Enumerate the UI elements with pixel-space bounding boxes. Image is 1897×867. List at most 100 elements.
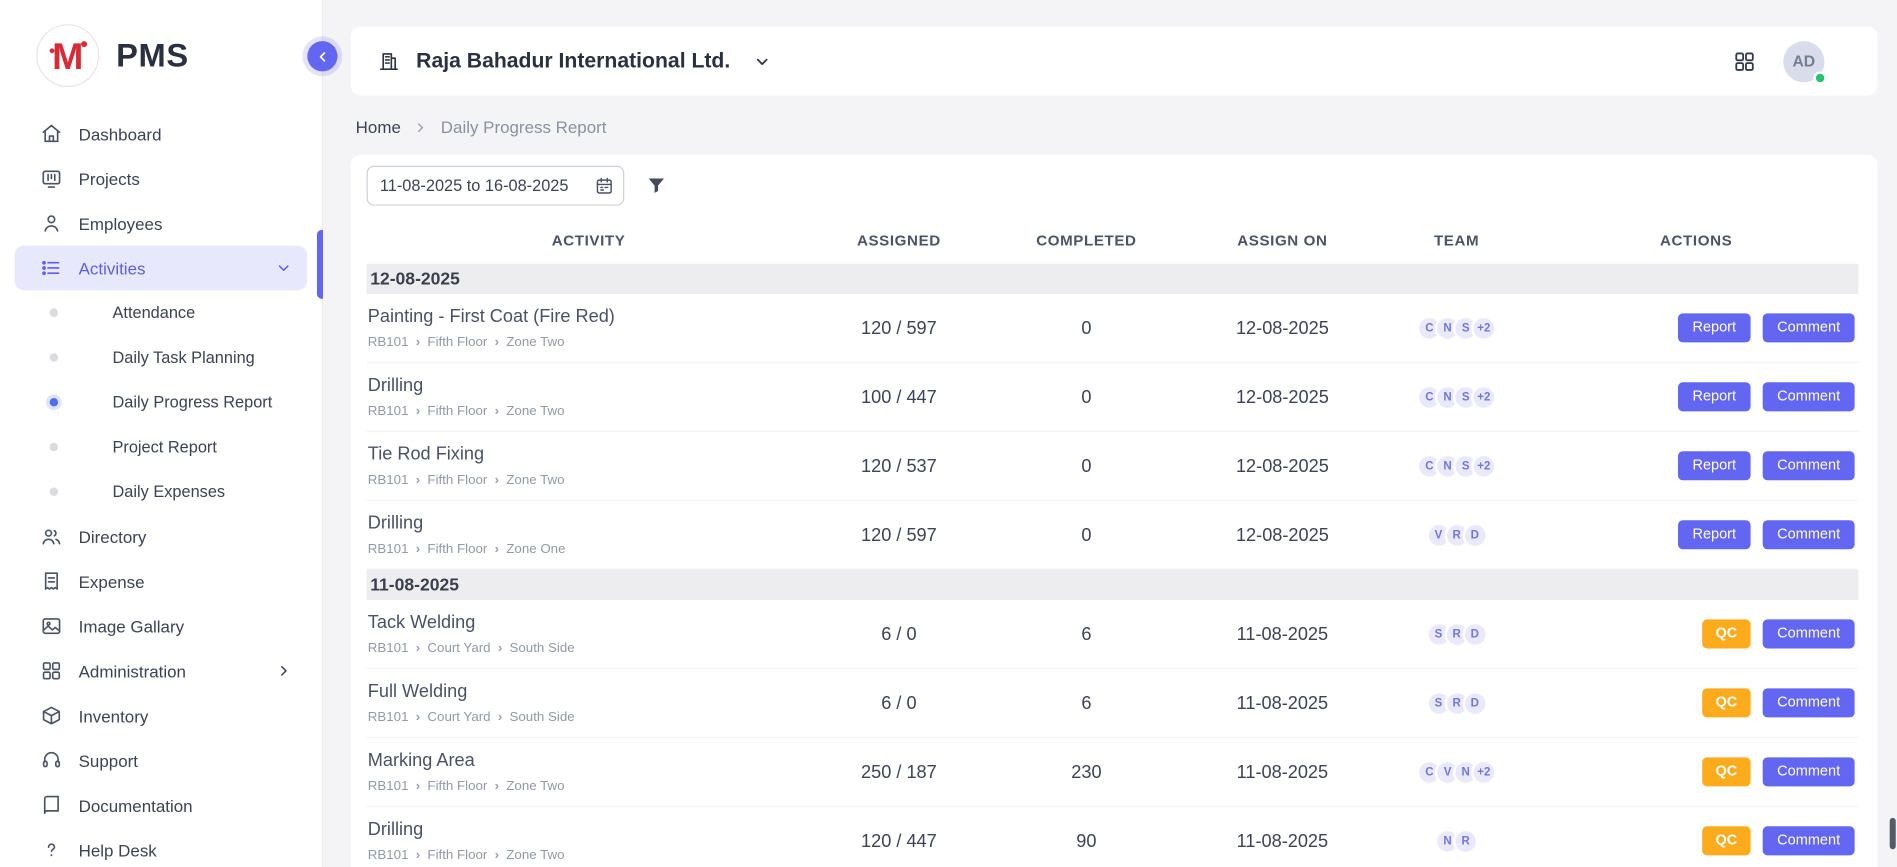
sidebar-item-label: Activities [79,258,146,277]
sidebar-item-administration[interactable]: Administration [15,648,308,693]
activity-cell: Tie Rod FixingRB101›Fifth Floor›Zone Two [367,442,811,490]
path-segment: RB101 [368,710,409,725]
column-header-completed: COMPLETED [987,232,1185,249]
date-range-filter[interactable] [367,166,625,206]
user-avatar[interactable]: AD [1783,41,1824,82]
comment-button[interactable]: Comment [1763,314,1855,342]
sidebar-item-image-gallery[interactable]: Image Gallary [15,604,308,649]
company-selector[interactable]: Raja Bahadur International Ltd. [377,48,771,73]
assign-on-value: 12-08-2025 [1186,524,1380,545]
report-button[interactable]: Report [1678,521,1751,549]
path-segment: South Side [510,641,575,656]
bullet-dot-icon [50,443,58,451]
qc-button[interactable]: QC [1702,758,1750,786]
active-section-indicator [317,230,323,299]
path-segment: RB101 [368,542,409,557]
report-button[interactable]: Report [1678,452,1751,480]
main-content: Raja Bahadur International Ltd. AD Home … [323,0,1897,867]
path-segment: South Side [510,710,575,725]
activity-path: RB101›Court Yard›South Side [368,710,799,725]
path-segment: Zone Two [506,779,564,794]
completed-value: 230 [987,762,1185,783]
sidebar-item-inventory[interactable]: Inventory [15,693,308,738]
path-segment: Fifth Floor [427,848,487,863]
report-button[interactable]: Report [1678,383,1751,411]
path-segment: Fifth Floor [427,473,487,488]
date-range-input[interactable] [367,166,625,206]
table-body: 12-08-2025Painting - First Coat (Fire Re… [367,264,1859,867]
sidebar-item-directory[interactable]: Directory [15,514,308,559]
bullet-dot-icon [50,353,58,361]
sidebar-item-expense[interactable]: Expense [15,559,308,604]
vertical-scrollbar-thumb[interactable] [1890,818,1896,849]
sidebar-item-dashboard[interactable]: Dashboard [15,111,308,156]
building-icon [377,50,400,73]
comment-button[interactable]: Comment [1763,383,1855,411]
path-segment: RB101 [368,335,409,350]
sidebar-item-documentation[interactable]: Documentation [15,783,308,828]
actions-cell: QC Comment [1534,758,1858,786]
sidebar-subitem-daily-progress-report[interactable]: Daily Progress Report [15,380,308,425]
activity-path: RB101›Fifth Floor›Zone Two [368,779,799,794]
qc-button[interactable]: QC [1702,827,1750,855]
sidebar-item-employees[interactable]: Employees [15,201,308,246]
path-segment: Fifth Floor [427,779,487,794]
table-row: DrillingRB101›Fifth Floor›Zone Two100 / … [367,363,1859,432]
team-extra-badge[interactable]: +2 [1471,315,1496,340]
comment-button[interactable]: Comment [1763,620,1855,648]
column-header-team: TEAM [1379,232,1534,249]
assign-on-value: 11-08-2025 [1186,693,1380,714]
breadcrumb-home-link[interactable]: Home [356,117,401,136]
sidebar-item-support[interactable]: Support [15,738,308,783]
apps-grid-icon[interactable] [1732,49,1756,73]
home-icon [40,122,63,145]
activity-path: RB101›Fifth Floor›Zone Two [368,473,799,488]
sidebar-subitem-daily-task-planning[interactable]: Daily Task Planning [15,335,308,380]
logo-icon: M [36,24,99,87]
comment-button[interactable]: Comment [1763,521,1855,549]
bullet-dot-icon [50,398,58,406]
filter-funnel-icon[interactable] [645,174,668,197]
assigned-value: 6 / 0 [811,624,988,645]
path-separator-icon: › [416,543,420,556]
assign-on-value: 12-08-2025 [1186,455,1380,476]
activity-cell: Full WeldingRB101›Court Yard›South Side [367,679,811,727]
comment-button[interactable]: Comment [1763,758,1855,786]
sidebar-item-label: Directory [79,527,147,546]
sidebar-subitem-attendance[interactable]: Attendance [15,290,308,335]
employees-icon [40,212,63,235]
sidebar-item-help-desk[interactable]: Help Desk [15,828,308,867]
sidebar-collapse-button[interactable] [307,41,337,71]
assign-on-value: 11-08-2025 [1186,762,1380,783]
table-row: DrillingRB101›Fifth Floor›Zone One120 / … [367,501,1859,570]
path-segment: Court Yard [427,641,490,656]
team-avatars: VRD [1379,522,1534,547]
projects-icon [40,167,63,190]
report-button[interactable]: Report [1678,314,1751,342]
logo-letter: M [52,37,83,75]
topbar-right-cluster: AD [1732,41,1824,82]
sidebar-subitem-daily-expenses[interactable]: Daily Expenses [15,469,308,514]
comment-button[interactable]: Comment [1763,452,1855,480]
chevron-down-icon [275,259,293,277]
sidebar-item-activities[interactable]: Activities [15,246,308,291]
completed-value: 0 [987,524,1185,545]
app-name: PMS [116,37,189,75]
comment-button[interactable]: Comment [1763,827,1855,855]
team-extra-badge[interactable]: +2 [1471,759,1496,784]
team-extra-badge[interactable]: +2 [1471,453,1496,478]
path-segment: Zone One [506,542,565,557]
sidebar-subitem-project-report[interactable]: Project Report [15,425,308,470]
team-extra-badge[interactable]: +2 [1471,384,1496,409]
path-separator-icon: › [416,849,420,862]
qc-button[interactable]: QC [1702,620,1750,648]
actions-cell: QC Comment [1534,620,1858,648]
company-name: Raja Bahadur International Ltd. [416,48,730,73]
qc-button[interactable]: QC [1702,689,1750,717]
column-header-assigned: ASSIGNED [811,232,988,249]
comment-button[interactable]: Comment [1763,689,1855,717]
sidebar-item-projects[interactable]: Projects [15,156,308,201]
column-header-actions: ACTIONS [1534,232,1858,249]
activity-name: Drilling [368,819,799,840]
team-avatars: CVN+2 [1379,759,1534,784]
